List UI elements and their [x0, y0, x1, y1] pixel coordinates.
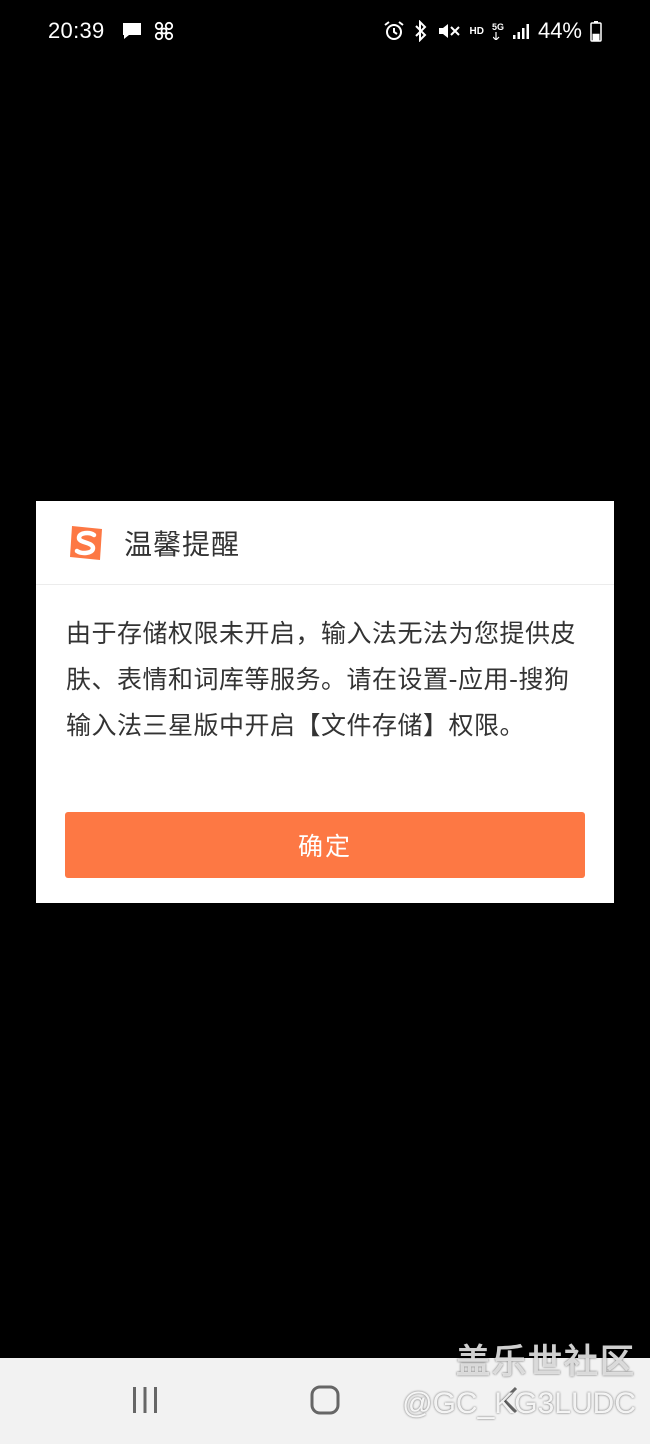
status-bar: 20:39 HD 5G 44% — [0, 0, 650, 62]
network-label: 5G — [491, 21, 504, 32]
status-bar-right: HD 5G 44% — [383, 18, 602, 44]
home-icon[interactable] — [300, 1380, 350, 1420]
confirm-button[interactable]: 确定 — [65, 812, 585, 878]
hd-icon: HD — [469, 25, 484, 37]
status-bar-left: 20:39 — [48, 18, 175, 44]
dialog-title: 温馨提醒 — [124, 527, 241, 561]
screen: 20:39 HD 5G 44% 温馨提醒 由于存储权限未开启，输入法无法为您提供… — [0, 0, 650, 1444]
sogou-logo-icon — [66, 523, 106, 563]
fan-icon — [153, 20, 175, 42]
status-time: 20:39 — [48, 18, 105, 43]
mute-icon — [437, 20, 461, 42]
dialog-header: 温馨提醒 — [36, 501, 614, 585]
dialog-message: 由于存储权限未开启，输入法无法为您提供皮肤、表情和词库等服务。请在设置-应用-搜… — [66, 619, 577, 740]
alarm-icon — [383, 20, 405, 42]
5g-icon: 5G — [491, 21, 504, 40]
battery-percent: 44% — [537, 18, 582, 43]
watermark: 盖乐世社区 @GC_KG3LUDC — [396, 1334, 636, 1421]
message-icon — [121, 21, 143, 41]
watermark-line-1: 盖乐世社区 — [456, 1343, 636, 1381]
battery-icon — [590, 20, 602, 42]
signal-icon — [512, 22, 530, 40]
recent-apps-icon[interactable] — [120, 1380, 170, 1420]
bluetooth-icon — [413, 20, 429, 42]
permission-dialog: 温馨提醒 由于存储权限未开启，输入法无法为您提供皮肤、表情和词库等服务。请在设置… — [36, 501, 614, 903]
watermark-line-2: @GC_KG3LUDC — [402, 1387, 636, 1420]
